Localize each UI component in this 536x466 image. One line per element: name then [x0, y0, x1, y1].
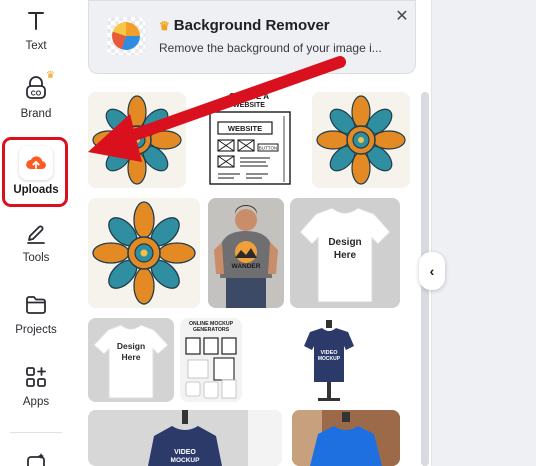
- background-remover-card[interactable]: ♛ Background Remover Remove the backgrou…: [88, 0, 416, 74]
- mockup-generators-line-2: GENERATORS: [193, 327, 230, 333]
- sidebar-item-label: Text: [25, 40, 47, 52]
- apps-icon: [21, 362, 51, 392]
- sketch-header-2: WEBSITE: [233, 102, 265, 109]
- mandala-image: [88, 92, 186, 188]
- upload-thumbnail-blue-shirt[interactable]: [292, 410, 400, 466]
- sidebar-divider: [10, 432, 62, 433]
- sidebar-item-brand[interactable]: CO ♛ Brand: [0, 70, 72, 120]
- mandala-image: [312, 92, 410, 188]
- blue-shirt-mannequin-image: [292, 410, 400, 466]
- ball-icon: [112, 22, 140, 50]
- upload-thumbnail-mandala-2[interactable]: [312, 92, 410, 188]
- sidebar-item-label: Projects: [15, 324, 57, 336]
- sidebar-item-apps[interactable]: Apps: [0, 362, 72, 408]
- sidebar-item-label: Apps: [22, 396, 50, 408]
- sidebar-item-projects[interactable]: Projects: [0, 290, 72, 336]
- upload-thumbnail-mandala-1[interactable]: [88, 92, 186, 188]
- tshirt-design-text-line-2: Here: [122, 352, 141, 362]
- sidebar-item-label: Brand: [20, 108, 52, 120]
- text-icon: [21, 6, 51, 36]
- sidebar-item-tools[interactable]: Tools: [0, 218, 72, 264]
- upload-thumbnail-mockup-generators[interactable]: ONLINE MOCKUP GENERATORS: [180, 318, 242, 402]
- sketch-button-label: BUTTON: [259, 146, 277, 151]
- sidebar-item-text[interactable]: Text: [0, 6, 72, 52]
- chevron-left-icon: ‹: [429, 263, 435, 279]
- promo-title: ♛ Background Remover: [159, 17, 330, 34]
- video-mockup-line-2: MOCKUP: [171, 457, 201, 464]
- upload-thumbnail-man-tshirt[interactable]: WANDER: [208, 198, 284, 308]
- tshirt-design-text-line-1: Design: [117, 341, 145, 351]
- video-mockup-image: VIDEO MOCKUP: [88, 410, 282, 466]
- upload-thumbnail-design-here-2[interactable]: Design Here: [88, 318, 174, 402]
- navy-shirt-mannequin-image: VIDEO MOCKUP: [296, 318, 362, 402]
- upload-thumbnail-mandala-3[interactable]: [88, 198, 200, 308]
- background-remover-thumbnail: [107, 17, 145, 55]
- svg-text:CO: CO: [31, 91, 42, 98]
- upload-thumbnail-design-here-1[interactable]: Design Here: [290, 198, 400, 308]
- tshirt-mockup-image: Design Here: [88, 318, 174, 402]
- app-root: Text CO ♛ Brand Uploads Tools Projects A…: [0, 0, 536, 466]
- tshirt-design-text-line-1: Design: [328, 237, 361, 248]
- tshirt-mockup-image: Design Here: [290, 198, 400, 308]
- uploads-highlight-box: [2, 137, 68, 207]
- website-sketch-image: CREATE A WEBSITE WEBSITE BUTTON: [200, 92, 298, 188]
- canvas-area[interactable]: [432, 0, 536, 466]
- collapse-panel-button[interactable]: ‹: [419, 252, 445, 290]
- crown-icon: ♛: [159, 18, 170, 33]
- sketch-box-label: WEBSITE: [228, 124, 262, 133]
- upload-thumbnail-video-shirt-small[interactable]: VIDEO MOCKUP: [296, 318, 362, 402]
- mockup-generators-image: ONLINE MOCKUP GENERATORS: [180, 318, 242, 402]
- man-tshirt-image: WANDER: [208, 198, 284, 308]
- video-mockup-line-1: VIDEO: [174, 449, 196, 456]
- promo-description: Remove the background of your image i...: [159, 41, 382, 55]
- sidebar-item-label: Tools: [22, 252, 50, 264]
- upload-thumbnail-website-sketch[interactable]: CREATE A WEBSITE WEBSITE BUTTON: [200, 92, 298, 188]
- tshirt-design-text-line-2: Here: [334, 250, 357, 261]
- tools-icon: [21, 218, 51, 248]
- sketch-header: CREATE A: [229, 92, 269, 101]
- close-icon[interactable]: ✕: [392, 7, 412, 27]
- uploads-panel: ♛ Background Remover Remove the backgrou…: [72, 0, 432, 466]
- sidebar-rail: Text CO ♛ Brand Uploads Tools Projects A…: [0, 0, 72, 466]
- magic-image-icon: [21, 448, 51, 466]
- upload-thumbnail-video-mockup[interactable]: VIDEO MOCKUP: [88, 410, 282, 466]
- crown-icon: ♛: [46, 70, 55, 81]
- mandala-image: [88, 198, 200, 308]
- video-mockup-small-line-2: MOCKUP: [318, 356, 341, 362]
- promo-title-text: Background Remover: [173, 17, 330, 34]
- brand-icon: CO ♛: [21, 70, 55, 104]
- folder-icon: [21, 290, 51, 320]
- man-shirt-text: WANDER: [232, 263, 261, 270]
- sidebar-item-magic-media[interactable]: [0, 448, 72, 466]
